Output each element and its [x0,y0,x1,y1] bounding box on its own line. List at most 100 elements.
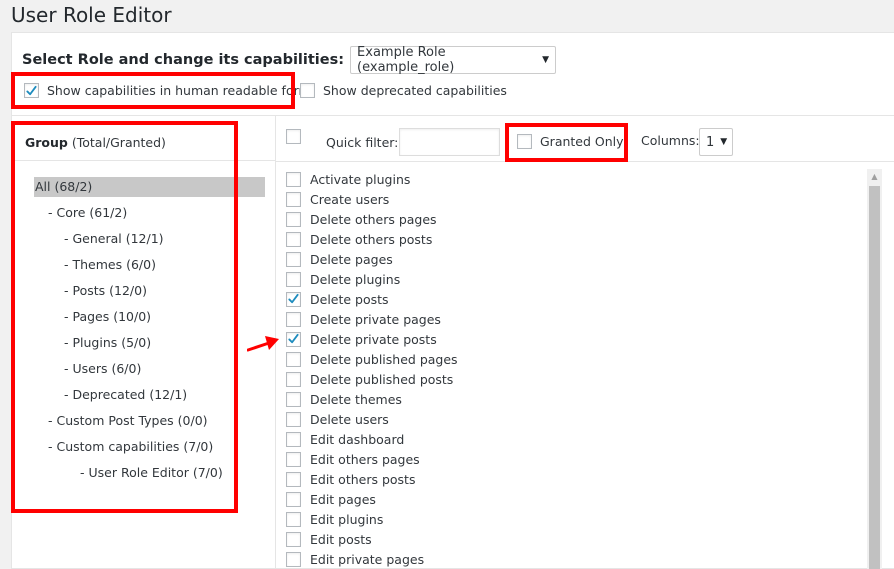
group-item[interactable]: - Custom Post Types (0/0) [34,411,265,437]
capability-item[interactable]: Delete themes [286,389,846,409]
capability-checkbox[interactable] [286,451,301,467]
capability-checkbox[interactable] [286,351,301,367]
capability-label: Delete published posts [310,371,454,387]
group-item[interactable]: - Posts (12/0) [34,281,265,307]
human-readable-option[interactable]: Show capabilities in human readable form [24,83,311,98]
role-select-row: Select Role and change its capabilities:… [22,45,557,75]
arrow-icon [247,336,279,352]
capability-item[interactable]: Delete others pages [286,209,846,229]
group-header: Group (Total/Granted) [25,135,166,150]
human-readable-checkbox[interactable] [24,83,39,98]
capability-checkbox[interactable] [286,231,301,247]
group-item-label: - Posts (12/0) [64,283,147,298]
capability-checkbox[interactable] [286,431,301,447]
capability-item[interactable]: Edit posts [286,529,846,549]
capability-checkbox[interactable] [286,491,301,507]
group-item[interactable]: - General (12/1) [34,229,265,255]
capability-item[interactable]: Delete plugins [286,269,846,289]
capability-item[interactable]: Edit plugins [286,509,846,529]
group-item-label: - General (12/1) [64,231,164,246]
capability-label: Delete private pages [310,311,441,327]
group-item-label: - User Role Editor (7/0) [80,465,223,480]
capability-checkbox[interactable] [286,311,301,327]
scrollbar-thumb[interactable] [869,186,880,569]
capability-item[interactable]: Activate plugins [286,169,846,189]
capability-item[interactable]: Delete posts [286,289,846,309]
scroll-up-icon[interactable]: ▲ [867,169,882,184]
deprecated-checkbox[interactable] [300,83,315,98]
role-select-value: Example Role (example_role) [357,45,455,75]
capability-label: Delete themes [310,391,402,407]
granted-only-checkbox[interactable] [517,134,532,149]
capability-checkbox[interactable] [286,271,301,287]
capability-checkbox[interactable] [286,391,301,407]
capability-label: Delete users [310,411,389,427]
columns-select[interactable]: 1 ▼ [699,128,733,156]
capability-checkbox[interactable] [286,211,301,227]
capability-checkbox[interactable] [286,371,301,387]
capability-item[interactable]: Edit dashboard [286,429,846,449]
group-item-label: - Users (6/0) [64,361,142,376]
deprecated-label: Show deprecated capabilities [323,83,507,98]
capability-item[interactable]: Delete published pages [286,349,846,369]
group-item[interactable]: - Pages (10/0) [34,307,265,333]
filter-bar: Quick filter: Granted Only Columns: 1 ▼ [276,116,894,161]
quick-filter-input[interactable] [399,128,500,156]
capability-label: Create users [310,191,390,207]
capability-item[interactable]: Delete private posts [286,329,846,349]
group-header-divider [12,160,275,161]
group-item[interactable]: - Themes (6/0) [34,255,265,281]
group-header-subtitle: (Total/Granted) [71,135,166,150]
capability-item[interactable]: Delete private pages [286,309,846,329]
capability-item[interactable]: Delete published posts [286,369,846,389]
capability-item[interactable]: Edit others posts [286,469,846,489]
capability-label: Edit posts [310,531,372,547]
chevron-down-icon: ▼ [720,137,728,147]
capability-checkbox[interactable] [286,171,301,187]
capability-checkbox[interactable] [286,191,301,207]
capability-checkbox[interactable] [286,291,301,307]
role-select-label: Select Role and change its capabilities: [22,52,345,68]
capability-label: Delete others pages [310,211,437,227]
granted-only-option[interactable]: Granted Only [517,134,624,149]
capability-item[interactable]: Delete users [286,409,846,429]
group-item[interactable]: All (68/2) [34,177,265,203]
capability-label: Delete pages [310,251,393,267]
capability-checkbox[interactable] [286,471,301,487]
capability-checkbox[interactable] [286,251,301,267]
group-item[interactable]: - User Role Editor (7/0) [34,463,265,489]
group-item-label: - Custom Post Types (0/0) [48,413,208,428]
capability-item[interactable]: Create users [286,189,846,209]
capability-item[interactable]: Delete others posts [286,229,846,249]
capability-checkbox[interactable] [286,411,301,427]
capabilities-scrollbar[interactable]: ▲ [867,169,882,569]
capability-label: Activate plugins [310,171,411,187]
group-item[interactable]: - Custom capabilities (7/0) [34,437,265,463]
capability-item[interactable]: Edit pages [286,489,846,509]
capability-checkbox[interactable] [286,331,301,347]
group-item[interactable]: - Deprecated (12/1) [34,385,265,411]
group-item-label: - Custom capabilities (7/0) [48,439,214,454]
group-item[interactable]: - Users (6/0) [34,359,265,385]
group-item[interactable]: - Core (61/2) [34,203,265,229]
group-header-title: Group [25,135,68,150]
granted-only-label: Granted Only [540,134,624,149]
group-item-label: - Pages (10/0) [64,309,152,324]
capability-item[interactable]: Delete pages [286,249,846,269]
select-all-checkbox[interactable] [286,129,301,144]
columns-select-value: 1 [706,134,715,150]
capability-item[interactable]: Edit others pages [286,449,846,469]
capability-checkbox[interactable] [286,531,301,547]
capability-label: Delete private posts [310,331,437,347]
capability-checkbox[interactable] [286,511,301,527]
chevron-down-icon: ▼ [542,55,550,65]
capability-checkbox[interactable] [286,551,301,567]
columns-label: Columns: [641,133,700,148]
group-item[interactable]: - Plugins (5/0) [34,333,265,359]
group-item-label: - Themes (6/0) [64,257,156,272]
capability-item[interactable]: Edit private pages [286,549,846,569]
deprecated-option[interactable]: Show deprecated capabilities [300,83,507,98]
group-item-label: - Core (61/2) [48,205,128,220]
capability-label: Delete posts [310,291,389,307]
role-select[interactable]: Example Role (example_role) ▼ [350,45,557,75]
